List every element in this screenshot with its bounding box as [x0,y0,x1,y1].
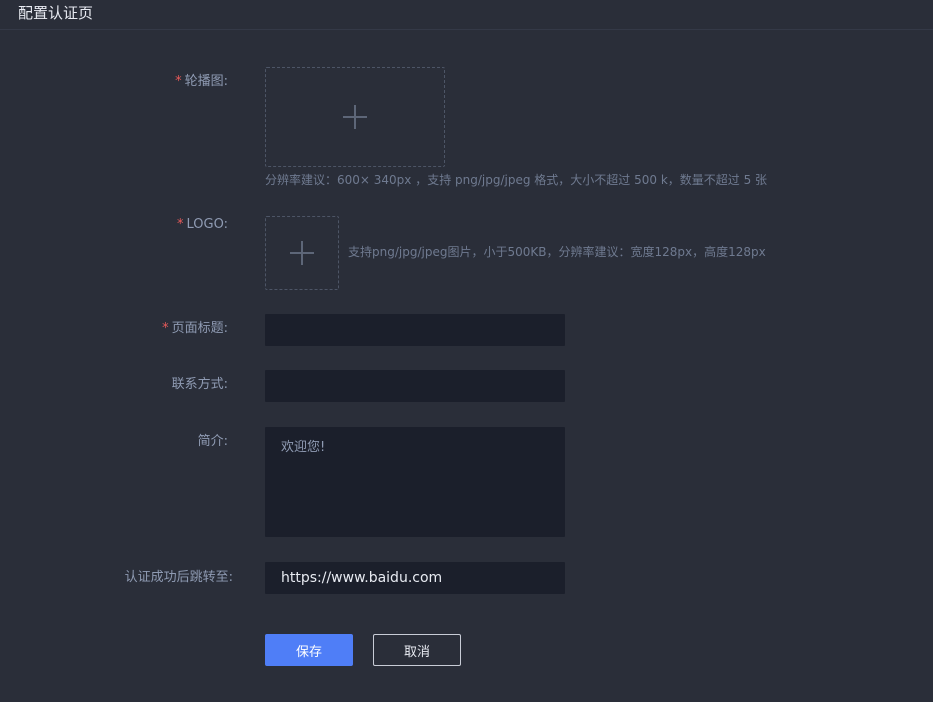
page-title-input[interactable] [265,314,565,346]
contact-label: 联系方式: [171,377,228,392]
logo-upload[interactable] [265,216,339,290]
redirect-label: 认证成功后跳转至: [124,570,233,585]
required-mark: * [177,217,184,232]
required-mark: * [175,74,182,89]
logo-label: * LOGO: [177,217,228,232]
redirect-url-input[interactable] [265,562,565,594]
page-title: 配置认证页 [18,4,94,22]
config-auth-page: 配置认证页 * 轮播图: 分辨率建议：600× 340px ，支持 png/jpg… [0,0,933,702]
carousel-upload[interactable] [265,67,445,167]
cancel-button[interactable]: 取消 [373,634,461,666]
intro-textarea[interactable] [265,427,565,537]
intro-label: 简介: [197,434,228,449]
carousel-hint: 分辨率建议：600× 340px ，支持 png/jpg/jpeg 格式，大小不… [265,173,768,187]
page-title-label: * 页面标题: [162,321,228,336]
page-header: 配置认证页 [0,0,933,30]
logo-hint: 支持png/jpg/jpeg图片，小于500KB，分辨率建议：宽度128px，高… [348,245,766,259]
plus-icon [343,105,367,129]
contact-input[interactable] [265,370,565,402]
carousel-label: * 轮播图: [175,74,228,89]
plus-icon [290,241,314,265]
save-button[interactable]: 保存 [265,634,353,666]
required-mark: * [162,321,169,336]
